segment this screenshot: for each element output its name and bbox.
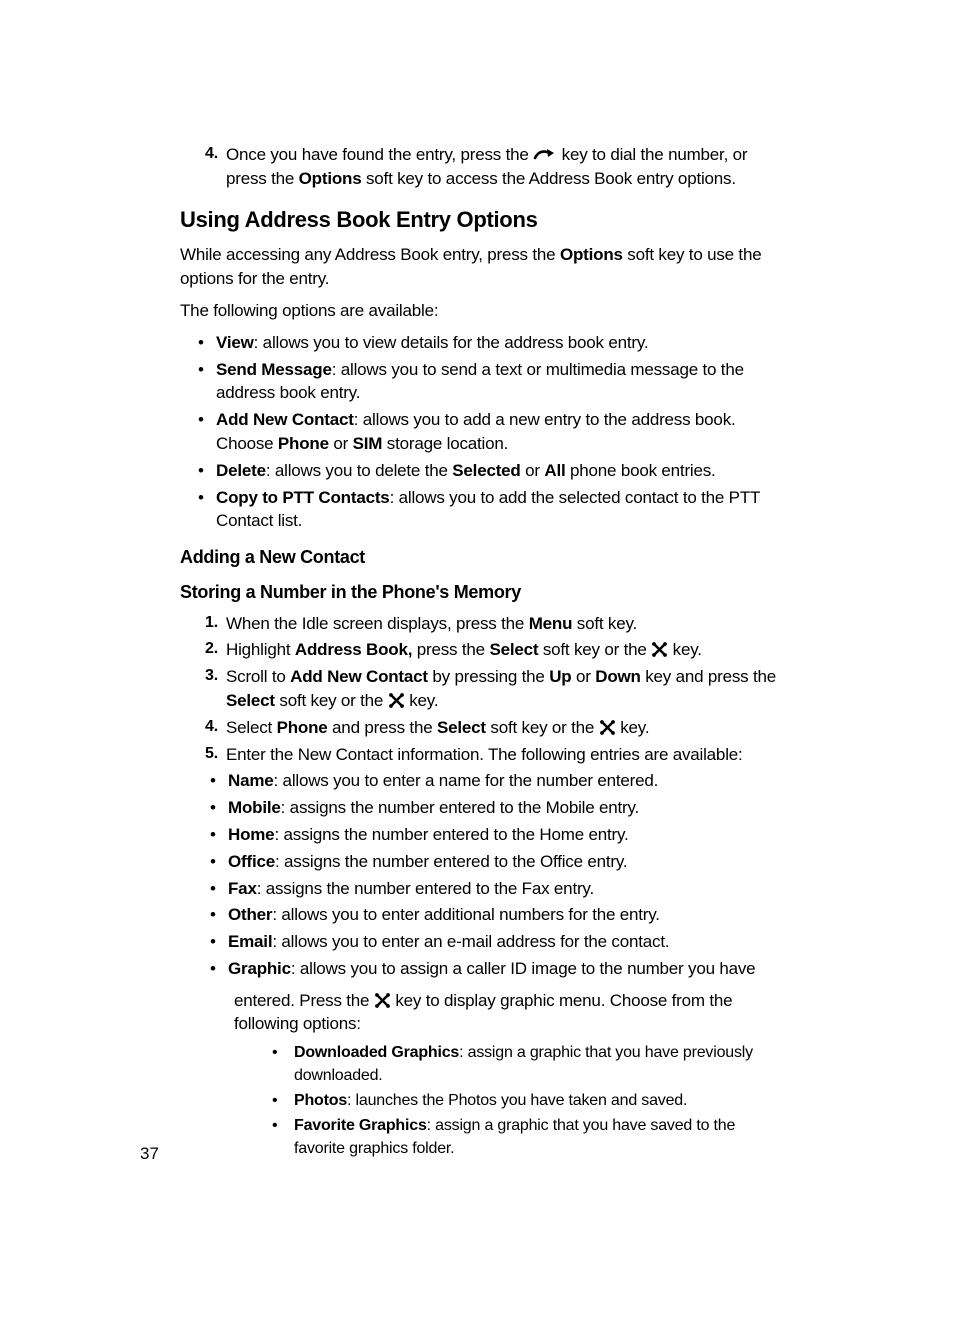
- x-key-icon: [651, 641, 668, 658]
- list-item: •Downloaded Graphics: assign a graphic t…: [272, 1042, 779, 1087]
- list-item: •Mobile: assigns the number entered to t…: [210, 796, 779, 820]
- heading-using-address: Using Address Book Entry Options: [180, 205, 779, 236]
- page-content: 4. Once you have found the entry, press …: [0, 0, 954, 1223]
- list-item: 1.When the Idle screen displays, press t…: [200, 612, 779, 636]
- list-item: •Home: assigns the number entered to the…: [210, 823, 779, 847]
- list-item: •Name: allows you to enter a name for th…: [210, 769, 779, 793]
- paragraph: entered. Press the key to display graphi…: [234, 989, 779, 1037]
- list-item: •Send Message: allows you to send a text…: [198, 358, 779, 406]
- list-item: •Add New Contact: allows you to add a ne…: [198, 408, 779, 456]
- send-key-icon: [533, 148, 557, 162]
- list-item: •Email: allows you to enter an e-mail ad…: [210, 930, 779, 954]
- paragraph: The following options are available:: [180, 299, 779, 323]
- list-item: •Fax: assigns the number entered to the …: [210, 877, 779, 901]
- page-number: 37: [140, 1144, 159, 1164]
- list-item: 4.Select Phone and press the Select soft…: [200, 716, 779, 740]
- list-item: •Other: allows you to enter additional n…: [210, 903, 779, 927]
- paragraph: While accessing any Address Book entry, …: [180, 243, 779, 291]
- list-item: 5.Enter the New Contact information. The…: [200, 743, 779, 767]
- list-item: •Favorite Graphics: assign a graphic tha…: [272, 1115, 779, 1160]
- list-item: •Graphic: allows you to assign a caller …: [210, 957, 779, 981]
- list-item: 2.Highlight Address Book, press the Sele…: [200, 638, 779, 662]
- heading-adding-contact: Adding a New Contact: [180, 545, 779, 570]
- heading-storing-number: Storing a Number in the Phone's Memory: [180, 580, 779, 605]
- list-item: •View: allows you to view details for th…: [198, 331, 779, 355]
- list-item: •Delete: allows you to delete the Select…: [198, 459, 779, 483]
- list-item: 3.Scroll to Add New Contact by pressing …: [200, 665, 779, 713]
- list-item: 4. Once you have found the entry, press …: [200, 143, 779, 191]
- x-key-icon: [388, 692, 405, 709]
- list-item: •Photos: launches the Photos you have ta…: [272, 1090, 779, 1112]
- list-item: •Copy to PTT Contacts: allows you to add…: [198, 486, 779, 534]
- x-key-icon: [599, 719, 616, 736]
- x-key-icon: [374, 992, 391, 1009]
- list-item: •Office: assigns the number entered to t…: [210, 850, 779, 874]
